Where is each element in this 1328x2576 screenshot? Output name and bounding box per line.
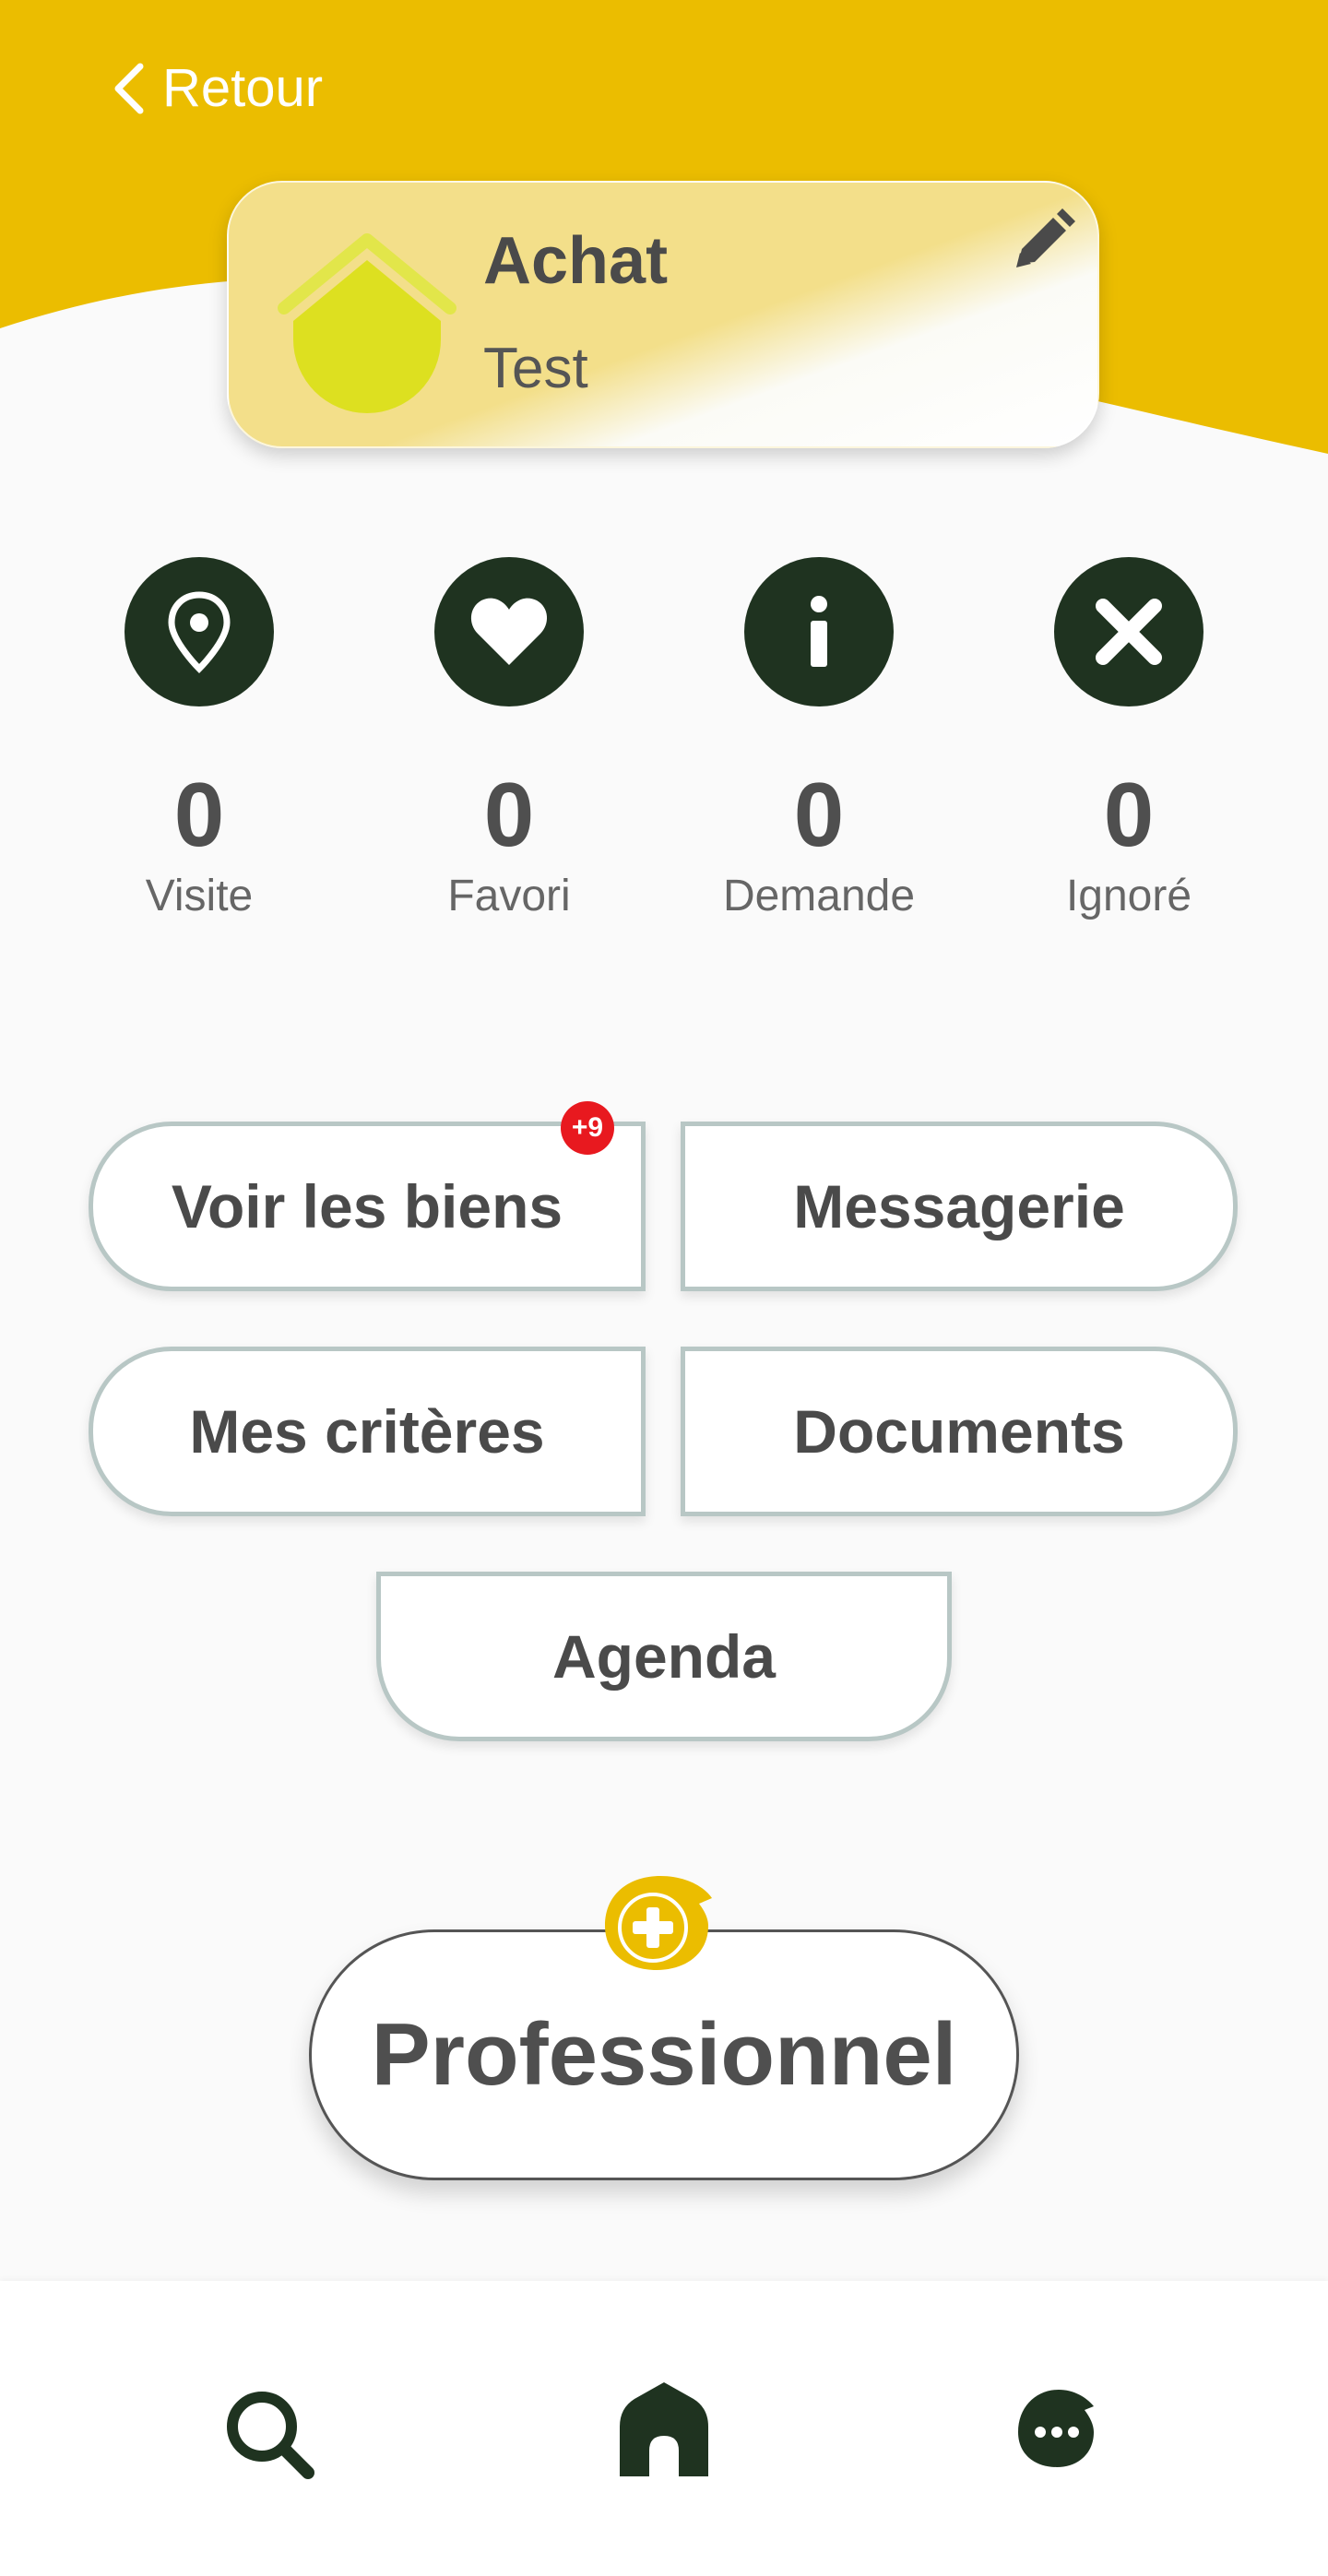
stat-demande-button[interactable] [744,557,894,706]
stat-label: Ignoré [1065,872,1192,920]
stat-ignore-button[interactable] [1054,557,1204,706]
pencil-icon[interactable] [1005,207,1079,280]
stat-visite-button[interactable] [125,557,274,706]
documents-button[interactable]: Documents [681,1347,1238,1516]
stat-label: Visite [145,872,254,920]
stat-count: 0 [1103,764,1155,865]
location-pin-icon [168,591,231,673]
back-button[interactable]: Retour [111,57,323,119]
agenda-button[interactable]: Agenda [376,1572,952,1741]
project-subtitle: Test [483,337,588,400]
search-icon[interactable] [221,2386,317,2482]
stat-ignore: 0 Ignoré [1018,557,1239,921]
home-icon[interactable] [616,2380,712,2476]
chat-bubble-icon[interactable] [1013,2382,1101,2471]
project-card[interactable]: Achat Test [227,181,1099,448]
criteria-button[interactable]: Mes critères [89,1347,646,1516]
messaging-button[interactable]: Messagerie [681,1122,1238,1291]
stat-demande: 0 Demande [708,557,930,921]
stat-count: 0 [793,764,845,865]
house-logo-icon [278,233,456,413]
plus-bubble-icon [605,1876,712,1970]
stat-label: Demande [722,872,916,920]
project-title: Achat [483,224,669,298]
stat-count: 0 [173,764,225,865]
info-icon [811,596,827,667]
stat-favori: 0 Favori [398,557,620,921]
stat-favori-button[interactable] [434,557,584,706]
chevron-left-icon [114,63,144,113]
back-label: Retour [162,58,324,118]
bottom-navigation [0,2281,1328,2576]
stat-visite: 0 Visite [89,557,310,921]
stat-label: Favori [447,872,571,920]
view-properties-button[interactable]: Voir les biens [89,1122,646,1291]
notification-badge: +9 [561,1101,614,1155]
heart-icon [470,598,548,665]
close-icon [1096,599,1162,665]
stat-count: 0 [483,764,535,865]
